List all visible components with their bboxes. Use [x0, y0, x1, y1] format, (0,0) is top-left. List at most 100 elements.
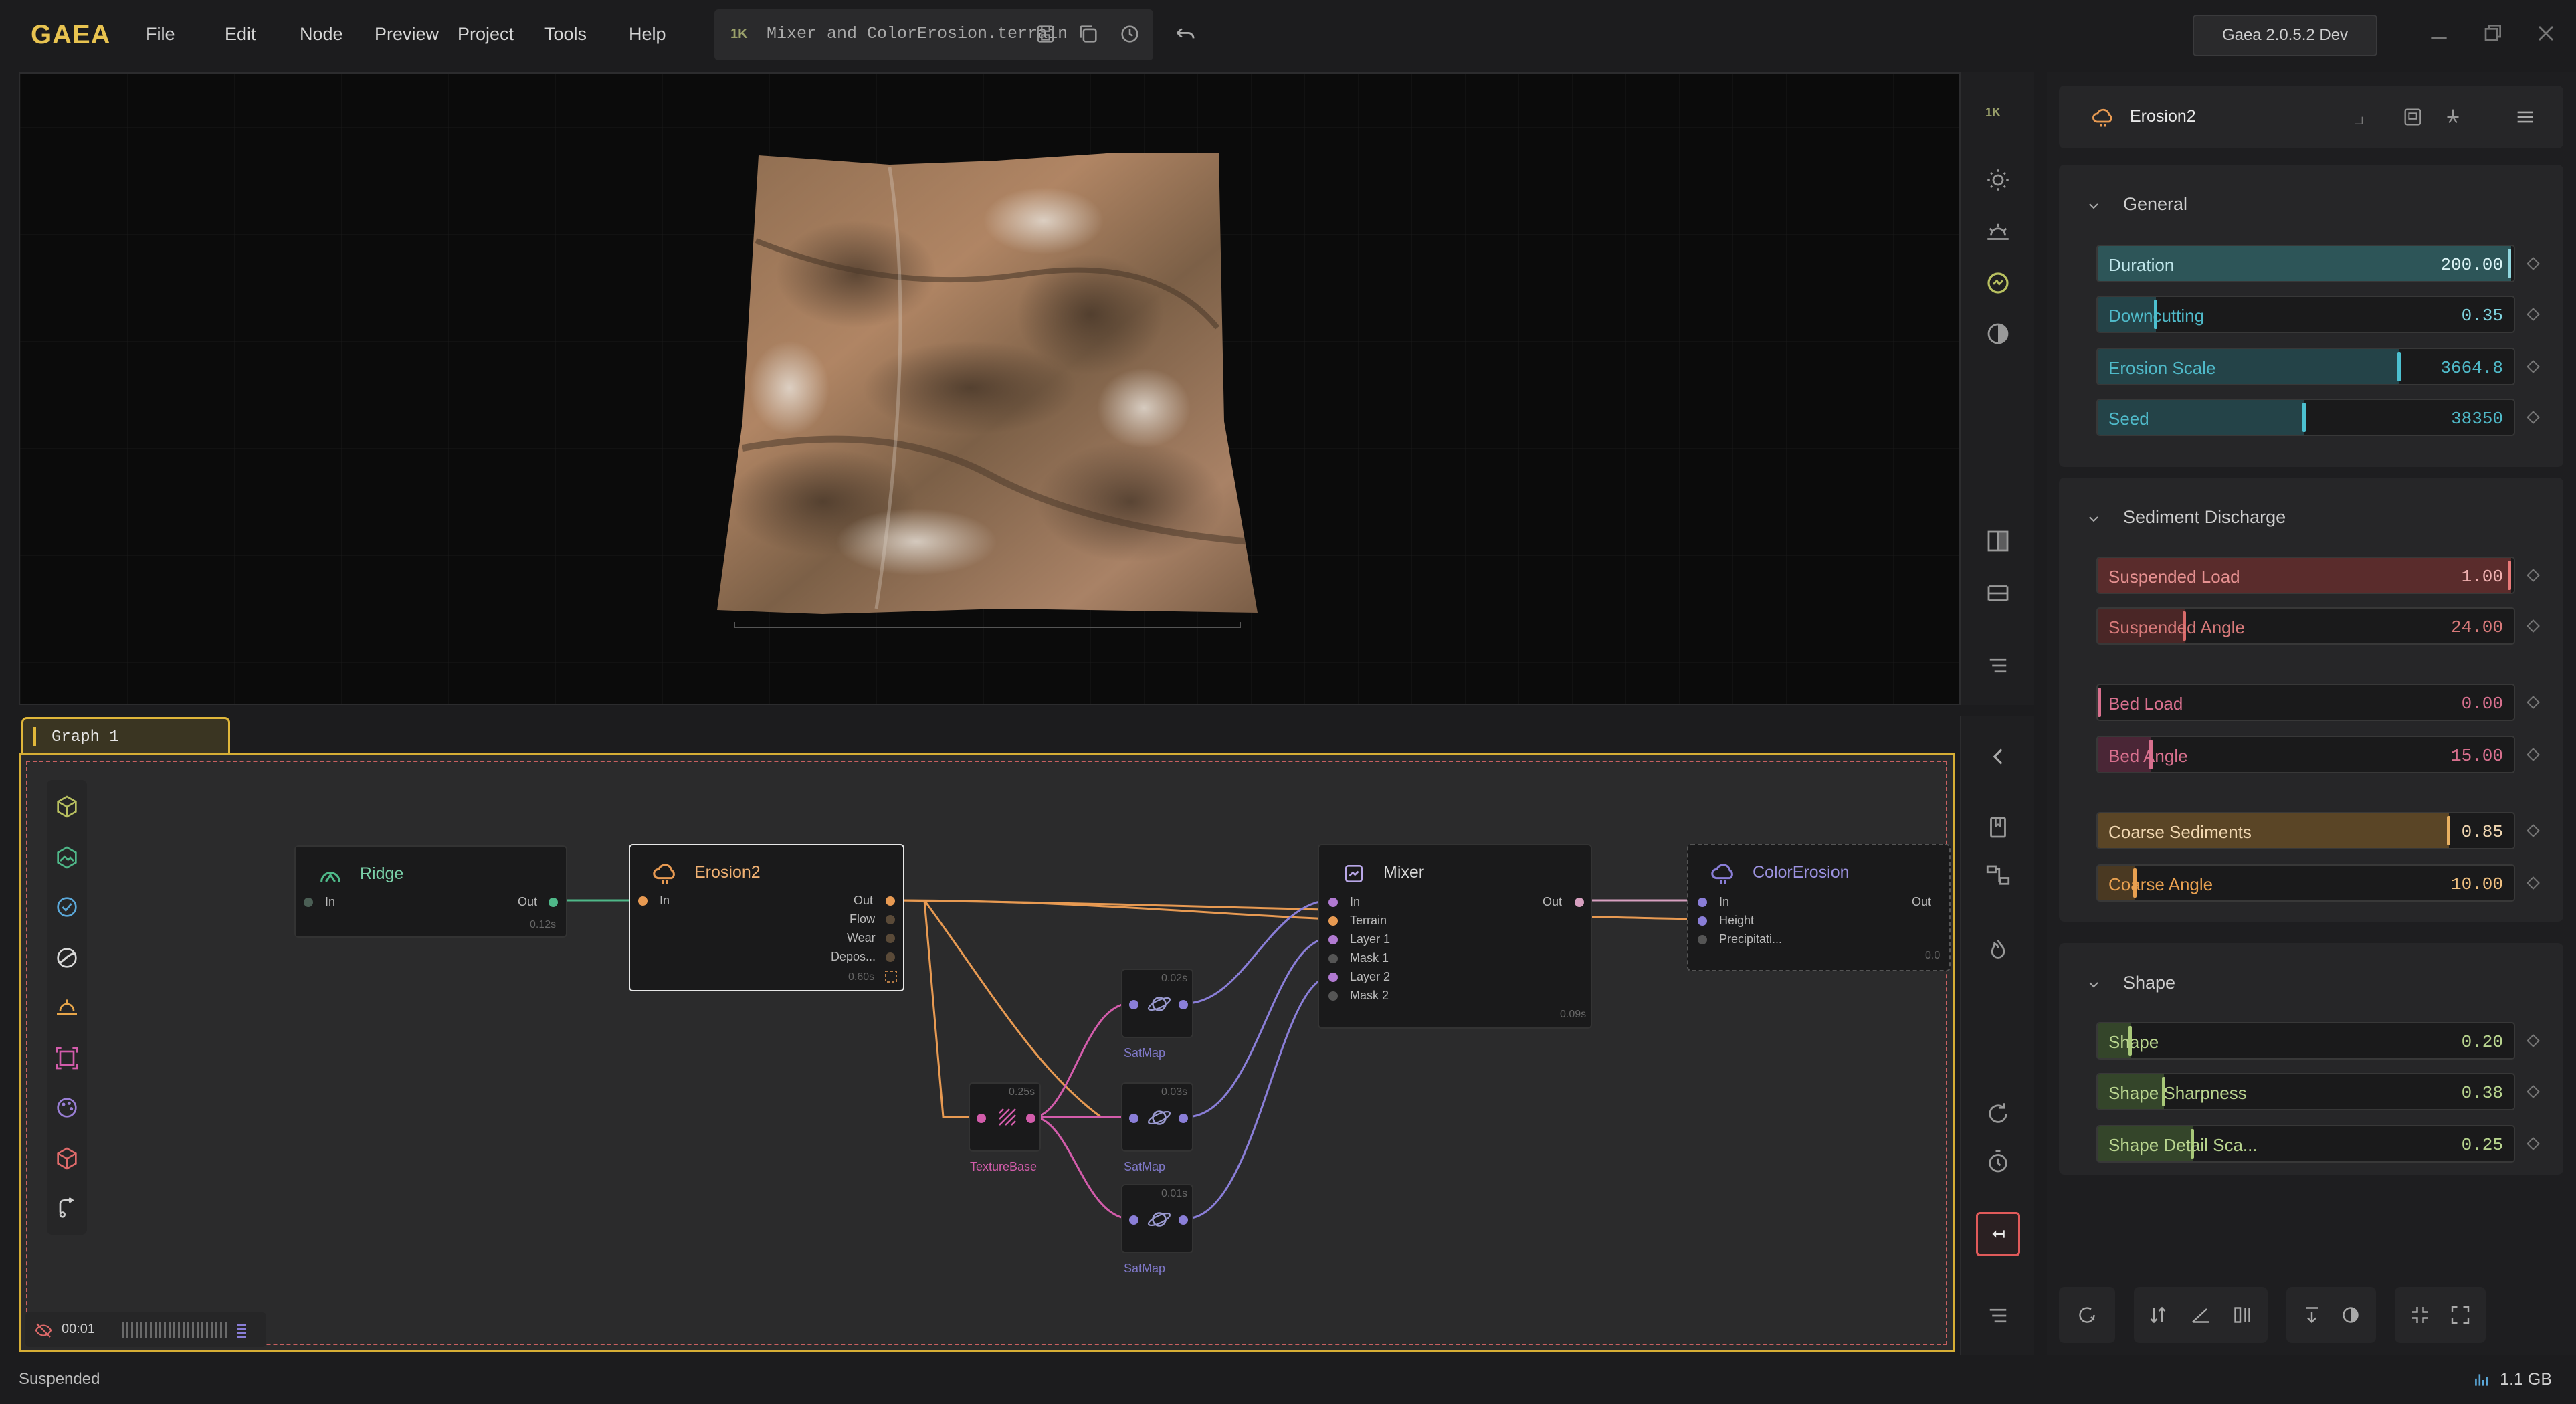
chevron-left-icon[interactable]: [1984, 742, 2012, 771]
input-port-terrain[interactable]: [1328, 916, 1338, 926]
param-seed[interactable]: Seed 38350: [2096, 399, 2515, 436]
sort-icon[interactable]: [2146, 1303, 2170, 1327]
output-port-out[interactable]: [886, 896, 895, 906]
param-value[interactable]: 0.00: [2462, 694, 2503, 714]
node-erosion2[interactable]: Erosion2 In Out Flow Wear Depos... 0.60s: [629, 844, 904, 991]
file-name[interactable]: Mixer and ColorErosion.terrain: [767, 24, 1068, 43]
param-value[interactable]: 3664.8: [2440, 358, 2503, 378]
section-title-general[interactable]: General: [2123, 194, 2187, 215]
input-port-layer2[interactable]: [1328, 973, 1338, 982]
param-value[interactable]: 0.20: [2462, 1032, 2503, 1052]
param-duration[interactable]: Duration 200.00: [2096, 245, 2515, 282]
param-suspended-load[interactable]: Suspended Load 1.00: [2096, 557, 2515, 594]
rename-corner-icon[interactable]: [2353, 115, 2364, 126]
output-port-flow[interactable]: [886, 915, 895, 924]
param-value[interactable]: 24.00: [2451, 617, 2503, 637]
input-port-mask1[interactable]: [1328, 954, 1338, 963]
param-value[interactable]: 1.00: [2462, 567, 2503, 587]
save-copy-icon[interactable]: [1077, 23, 1100, 45]
chevron-down-icon[interactable]: [2086, 198, 2102, 214]
slider-handle[interactable]: [2397, 352, 2401, 381]
param-suspended-angle[interactable]: Suspended Angle 24.00: [2096, 607, 2515, 645]
modify-icon[interactable]: [54, 894, 80, 920]
history-icon[interactable]: [1118, 23, 1141, 45]
viewport-resolution-badge[interactable]: 1K: [1985, 106, 2001, 120]
input-port-in[interactable]: [1698, 898, 1707, 907]
node-graph[interactable]: [19, 753, 1955, 1352]
menu-project[interactable]: Project: [458, 24, 514, 45]
selected-node-name[interactable]: Erosion2: [2130, 107, 2196, 126]
download-icon[interactable]: [2300, 1303, 2324, 1327]
param-value[interactable]: 200.00: [2440, 255, 2503, 275]
reset-icon[interactable]: [2075, 1303, 2099, 1327]
input-port[interactable]: [1129, 1000, 1138, 1009]
render-mode-icon[interactable]: [1984, 269, 2012, 297]
output-port-wear[interactable]: [886, 934, 895, 943]
input-port-height[interactable]: [1698, 916, 1707, 926]
chevron-down-icon[interactable]: [2086, 511, 2102, 527]
param-coarse-angle[interactable]: Coarse Angle 10.00: [2096, 864, 2515, 902]
param-downcutting[interactable]: Downcutting 0.35: [2096, 296, 2515, 333]
slider-handle[interactable]: [2508, 249, 2511, 278]
sunset-icon[interactable]: [1984, 218, 2012, 246]
refresh-icon[interactable]: [883, 969, 899, 985]
param-value[interactable]: 0.25: [2462, 1135, 2503, 1155]
menu-edit[interactable]: Edit: [225, 24, 256, 45]
menu-preview[interactable]: Preview: [375, 24, 439, 45]
contrast-icon[interactable]: [1984, 320, 2012, 348]
bookmark-icon[interactable]: [1984, 813, 2012, 841]
angle-icon[interactable]: [2189, 1303, 2213, 1327]
output-port[interactable]: [1575, 898, 1584, 907]
pin-icon[interactable]: [2442, 106, 2464, 128]
rotate-icon[interactable]: [1984, 1100, 2012, 1128]
node-texture-base[interactable]: 0.25s: [969, 1082, 1041, 1152]
node-satmap-3[interactable]: 0.01s: [1121, 1184, 1193, 1253]
drag-handle[interactable]: [237, 1322, 246, 1338]
build-timer[interactable]: 00:01: [25, 1312, 266, 1347]
sun-icon[interactable]: [1984, 166, 2012, 194]
param-bed-angle[interactable]: Bed Angle 15.00: [2096, 736, 2515, 773]
graph-action-button[interactable]: [1976, 1212, 2020, 1256]
output-port[interactable]: [1179, 1000, 1188, 1009]
viewport-menu-icon[interactable]: [1984, 651, 2012, 680]
node-mixer[interactable]: Mixer In Terrain Layer 1 Mask 1 Layer 2 …: [1318, 844, 1592, 1029]
param-value[interactable]: 15.00: [2451, 746, 2503, 766]
node-ridge[interactable]: Ridge In Out 0.12s: [294, 845, 567, 938]
undo-icon[interactable]: [1173, 21, 1199, 47]
node-color-erosion[interactable]: ColorErosion In Height Precipitati... Ou…: [1687, 844, 1951, 971]
param-value[interactable]: 0.35: [2462, 306, 2503, 326]
input-port-mask2[interactable]: [1328, 991, 1338, 1001]
input-port[interactable]: [1129, 1114, 1138, 1123]
param-value[interactable]: 10.00: [2451, 874, 2503, 894]
param-erosion-scale[interactable]: Erosion Scale 3664.8: [2096, 348, 2515, 385]
expand-icon[interactable]: [2448, 1303, 2472, 1327]
input-port-precipitation[interactable]: [1698, 935, 1707, 944]
slider-handle[interactable]: [2098, 688, 2101, 717]
save-icon[interactable]: [1034, 23, 1057, 45]
minimize-icon[interactable]: [2425, 20, 2452, 47]
input-port[interactable]: [977, 1114, 986, 1123]
menu-node[interactable]: Node: [300, 24, 343, 45]
close-icon[interactable]: [2533, 20, 2559, 47]
param-coarse-sediments[interactable]: Coarse Sediments 0.85: [2096, 812, 2515, 849]
menu-tools[interactable]: Tools: [544, 24, 587, 45]
menu-help[interactable]: Help: [629, 24, 666, 45]
graph-menu-icon[interactable]: [1984, 1302, 2012, 1330]
tab-graph-1[interactable]: Graph 1: [21, 717, 230, 756]
param-value[interactable]: 0.38: [2462, 1083, 2503, 1103]
hamburger-menu-icon[interactable]: [2514, 106, 2537, 128]
viewport-3d[interactable]: [19, 72, 1960, 705]
section-title-shape[interactable]: Shape: [2123, 973, 2175, 993]
node-preview-icon[interactable]: [2401, 106, 2424, 128]
colorize-icon[interactable]: [54, 1094, 80, 1121]
visibility-off-icon[interactable]: [33, 1320, 54, 1340]
input-port-in[interactable]: [1328, 898, 1338, 907]
output-port[interactable]: [549, 898, 558, 907]
primitives-icon[interactable]: [54, 793, 80, 820]
restore-icon[interactable]: [2479, 20, 2506, 47]
output-port[interactable]: [1179, 1114, 1188, 1123]
output-port[interactable]: [1026, 1114, 1035, 1123]
chevron-down-icon[interactable]: [2086, 977, 2102, 993]
columns-icon[interactable]: [2230, 1303, 2254, 1327]
node-satmap-1[interactable]: 0.02s: [1121, 969, 1193, 1038]
